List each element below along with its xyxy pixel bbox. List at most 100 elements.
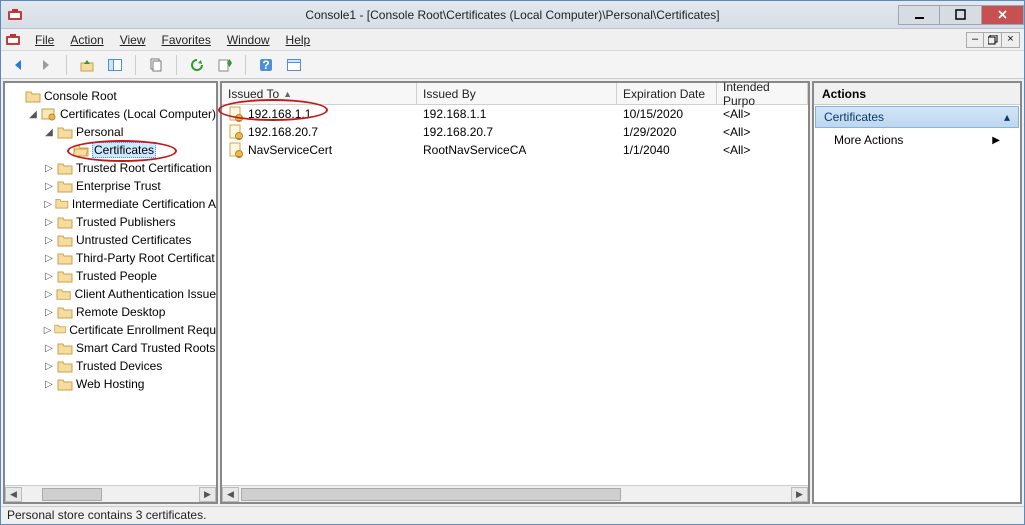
expander-icon[interactable]: ▷ bbox=[43, 252, 55, 264]
tree-hscrollbar[interactable]: ◀ ▶ bbox=[5, 485, 216, 502]
titlebar[interactable]: Console1 - [Console Root\Certificates (L… bbox=[1, 1, 1024, 29]
list-body[interactable]: 192.168.1.1192.168.1.110/15/2020<All>192… bbox=[222, 105, 808, 485]
up-folder-button[interactable] bbox=[76, 54, 98, 76]
folder-icon bbox=[57, 269, 73, 283]
expander-icon[interactable]: ▷ bbox=[43, 180, 55, 192]
actions-section-title[interactable]: Certificates ▴ bbox=[815, 106, 1019, 128]
intended: <All> bbox=[717, 107, 808, 121]
mdi-minimize-button[interactable]: – bbox=[966, 32, 984, 48]
expander-icon[interactable]: ▷ bbox=[43, 378, 55, 390]
expander-icon[interactable]: ▷ bbox=[43, 360, 55, 372]
menu-help[interactable]: Help bbox=[280, 31, 317, 49]
menu-window[interactable]: Window bbox=[221, 31, 276, 49]
column-header-expiry[interactable]: Expiration Date bbox=[617, 83, 717, 104]
expander-icon[interactable]: ▷ bbox=[43, 270, 55, 282]
tree-item[interactable]: ▷Smart Card Trusted Roots bbox=[5, 339, 216, 357]
menu-view[interactable]: View bbox=[114, 31, 152, 49]
close-button[interactable] bbox=[982, 5, 1024, 25]
column-header-issued-to[interactable]: Issued To▲ bbox=[222, 83, 417, 104]
chevron-right-icon: ▶ bbox=[992, 135, 1000, 146]
scroll-left-button[interactable]: ◀ bbox=[5, 487, 22, 502]
folder-icon bbox=[55, 197, 69, 211]
copy-button[interactable] bbox=[145, 54, 167, 76]
certificate-icon bbox=[228, 124, 244, 140]
table-row[interactable]: 192.168.20.7192.168.20.71/29/2020<All> bbox=[222, 123, 808, 141]
mdi-close-button[interactable]: × bbox=[1002, 32, 1020, 48]
column-header-intended[interactable]: Intended Purpo bbox=[717, 83, 808, 104]
tree-item[interactable]: ▷Third-Party Root Certificat bbox=[5, 249, 216, 267]
help-button[interactable]: ? bbox=[255, 54, 277, 76]
tree-pane: Console Root ◢ Certificates (Local Compu… bbox=[3, 81, 218, 504]
tree-item[interactable]: ▷Trusted Publishers bbox=[5, 213, 216, 231]
folder-icon bbox=[57, 341, 73, 355]
expander-icon[interactable]: ▷ bbox=[43, 216, 55, 228]
scroll-right-button[interactable]: ▶ bbox=[199, 487, 216, 502]
table-row[interactable]: NavServiceCertRootNavServiceCA1/1/2040<A… bbox=[222, 141, 808, 159]
expander-icon[interactable]: ◢ bbox=[43, 126, 55, 138]
tree-item-personal[interactable]: ◢ Personal bbox=[5, 123, 216, 141]
menubar: File Action View Favorites Window Help –… bbox=[1, 29, 1024, 51]
expander-icon[interactable]: ▷ bbox=[43, 234, 55, 246]
actions-more-actions[interactable]: More Actions ▶ bbox=[814, 129, 1020, 151]
menu-action[interactable]: Action bbox=[64, 31, 109, 49]
tree-item[interactable]: ▷Enterprise Trust bbox=[5, 177, 216, 195]
expander-icon[interactable]: ▷ bbox=[43, 324, 52, 336]
expander-icon[interactable]: ▷ bbox=[43, 306, 55, 318]
intended: <All> bbox=[717, 143, 808, 157]
list-hscrollbar[interactable]: ◀ ▶ bbox=[222, 485, 808, 502]
column-header-issued-by[interactable]: Issued By bbox=[417, 83, 617, 104]
expander-icon[interactable]: ▷ bbox=[43, 288, 54, 300]
expander-icon[interactable]: ◢ bbox=[27, 108, 39, 120]
tree[interactable]: Console Root ◢ Certificates (Local Compu… bbox=[5, 83, 216, 485]
show-hide-tree-button[interactable] bbox=[104, 54, 126, 76]
folder-icon bbox=[25, 89, 41, 103]
scroll-left-button[interactable]: ◀ bbox=[222, 487, 239, 502]
tree-item-certificates[interactable]: Certificates bbox=[5, 141, 216, 159]
tree-item[interactable]: ▷Trusted Root Certification bbox=[5, 159, 216, 177]
issued-by: 192.168.1.1 bbox=[417, 107, 617, 121]
folder-icon bbox=[57, 161, 73, 175]
back-button[interactable] bbox=[7, 54, 29, 76]
window: Console1 - [Console Root\Certificates (L… bbox=[0, 0, 1025, 525]
expander-icon[interactable]: ▷ bbox=[43, 342, 55, 354]
expiry: 1/29/2020 bbox=[617, 125, 717, 139]
scroll-right-button[interactable]: ▶ bbox=[791, 487, 808, 502]
list-pane: Issued To▲ Issued By Expiration Date Int… bbox=[220, 81, 810, 504]
export-button[interactable] bbox=[214, 54, 236, 76]
issued-by: RootNavServiceCA bbox=[417, 143, 617, 157]
tree-item[interactable]: ▷Trusted People bbox=[5, 267, 216, 285]
tree-item[interactable]: ▷Client Authentication Issue bbox=[5, 285, 216, 303]
expander-icon[interactable] bbox=[11, 90, 23, 102]
expander-icon[interactable]: ▷ bbox=[43, 198, 53, 210]
folder-icon bbox=[57, 179, 73, 193]
actions-pane: Actions Certificates ▴ More Actions ▶ bbox=[812, 81, 1022, 504]
tree-item-console-root[interactable]: Console Root bbox=[5, 87, 216, 105]
forward-button[interactable] bbox=[35, 54, 57, 76]
tree-item[interactable]: ▷Certificate Enrollment Requ bbox=[5, 321, 216, 339]
maximize-button[interactable] bbox=[940, 5, 982, 25]
expander-icon[interactable]: ▷ bbox=[43, 162, 55, 174]
menu-file[interactable]: File bbox=[29, 31, 60, 49]
mdi-restore-button[interactable] bbox=[984, 32, 1002, 48]
tree-item[interactable]: ▷Trusted Devices bbox=[5, 357, 216, 375]
mmc-icon bbox=[5, 32, 21, 48]
refresh-button[interactable] bbox=[186, 54, 208, 76]
folder-icon bbox=[57, 305, 73, 319]
folder-icon bbox=[57, 251, 73, 265]
tree-item[interactable]: ▷Intermediate Certification A bbox=[5, 195, 216, 213]
view-options-button[interactable] bbox=[283, 54, 305, 76]
menu-favorites[interactable]: Favorites bbox=[156, 31, 217, 49]
toolbar: ? bbox=[1, 51, 1024, 79]
expiry: 1/1/2040 bbox=[617, 143, 717, 157]
certificates-label: Certificates bbox=[92, 142, 156, 158]
list-header: Issued To▲ Issued By Expiration Date Int… bbox=[222, 83, 808, 105]
tree-item[interactable]: ▷Untrusted Certificates bbox=[5, 231, 216, 249]
certificate-icon bbox=[228, 106, 244, 122]
statusbar: Personal store contains 3 certificates. bbox=[1, 506, 1024, 524]
folder-open-icon bbox=[73, 143, 89, 157]
table-row[interactable]: 192.168.1.1192.168.1.110/15/2020<All> bbox=[222, 105, 808, 123]
minimize-button[interactable] bbox=[898, 5, 940, 25]
tree-item-certificates-lc[interactable]: ◢ Certificates (Local Computer) bbox=[5, 105, 216, 123]
tree-item[interactable]: ▷Remote Desktop bbox=[5, 303, 216, 321]
tree-item[interactable]: ▷Web Hosting bbox=[5, 375, 216, 393]
